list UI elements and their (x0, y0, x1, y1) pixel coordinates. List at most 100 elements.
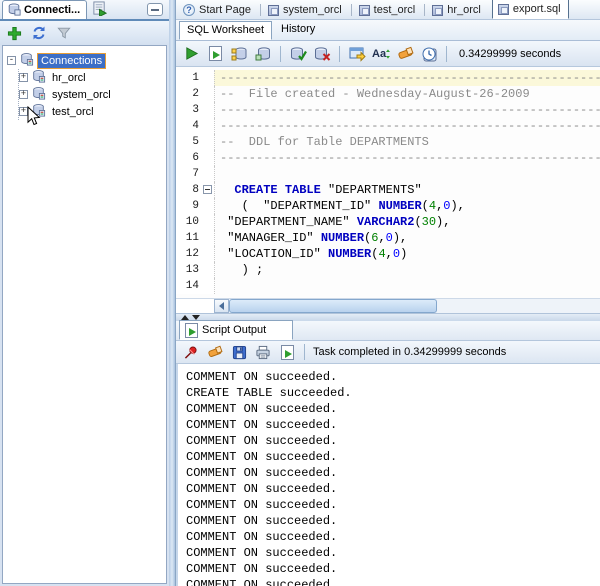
worksheet-panel: ?Start Page system_orcl test_orcl hr_orcl ex… (175, 0, 600, 586)
tab-script-output[interactable]: Script Output (179, 320, 293, 340)
rollback-icon[interactable] (313, 45, 331, 63)
database-icon (7, 2, 21, 19)
tree-item-label: test_orcl (49, 105, 97, 119)
output-line: COMMENT ON succeeded. (186, 497, 600, 513)
minimize-panel-button[interactable] (147, 3, 163, 16)
commit-icon[interactable] (289, 45, 307, 63)
fold-column (202, 102, 214, 118)
output-line: COMMENT ON succeeded. (186, 401, 600, 417)
document-tab-system_orcl[interactable]: system_orcl (263, 1, 349, 19)
expand-icon[interactable]: + (19, 73, 28, 82)
clear-icon[interactable] (396, 45, 414, 63)
refresh-icon[interactable] (30, 24, 48, 42)
expand-icon[interactable]: + (19, 90, 28, 99)
execution-timer: 0.34299999 seconds (459, 48, 561, 60)
output-toolbar: Task completed in 0.34299999 seconds (176, 341, 600, 364)
to-worksheet-icon[interactable] (348, 45, 366, 63)
toolbar-separator (446, 46, 447, 62)
tree-item-test_orcl[interactable]: +test_orcl (19, 103, 166, 120)
change-case-icon[interactable]: Aa (372, 45, 390, 63)
output-line: COMMENT ON succeeded. (186, 465, 600, 481)
database-icon (31, 86, 46, 103)
line-number: 10 (176, 214, 202, 230)
pin-icon[interactable] (182, 343, 200, 361)
document-tab-test_orcl[interactable]: test_orcl (354, 1, 423, 19)
document-tab-hr_orcl[interactable]: hr_orcl (427, 1, 488, 19)
worksheet-tabbar: SQL Worksheet History (176, 20, 600, 41)
editor-line: 1---------------------------------------… (176, 70, 600, 86)
tree-item-label: Connections (37, 53, 106, 69)
tab-reports[interactable] (87, 1, 112, 19)
clear-output-icon[interactable] (206, 343, 224, 361)
tab-history[interactable]: History (274, 21, 322, 40)
output-line: COMMENT ON succeeded. (186, 513, 600, 529)
code-text (214, 166, 600, 182)
connections-toolbar (0, 21, 169, 45)
tab-script-output-label: Script Output (202, 324, 266, 336)
scroll-left-button[interactable] (214, 299, 229, 313)
run-output-icon[interactable] (278, 343, 296, 361)
output-line: COMMENT ON succeeded. (186, 545, 600, 561)
scrollbar-gutter (176, 299, 214, 313)
code-text (214, 278, 600, 294)
print-icon[interactable] (254, 343, 272, 361)
output-line: COMMENT ON succeeded. (186, 369, 600, 385)
document-tab-label: hr_orcl (447, 4, 481, 16)
toolbar-separator (339, 46, 340, 62)
explain-plan-icon[interactable] (230, 45, 248, 63)
output-line: COMMENT ON succeeded. (186, 449, 600, 465)
line-number: 5 (176, 134, 202, 150)
line-number: 11 (176, 230, 202, 246)
document-tab-start-page[interactable]: ?Start Page (178, 1, 258, 19)
run-statement-icon[interactable] (182, 45, 200, 63)
fold-column (202, 134, 214, 150)
line-number: 9 (176, 198, 202, 214)
scrollbar-thumb[interactable] (229, 299, 437, 313)
tree-item-hr_orcl[interactable]: +hr_orcl (19, 69, 166, 86)
add-connection-icon[interactable] (5, 24, 23, 42)
code-text: "DEPARTMENT_NAME" VARCHAR2(30), (214, 214, 600, 230)
editor-line: 6---------------------------------------… (176, 150, 600, 166)
filter-icon[interactable] (55, 24, 73, 42)
script-output-body: COMMENT ON succeeded.CREATE TABLE succee… (176, 364, 600, 586)
code-text: CREATE TABLE "DEPARTMENTS" (214, 182, 600, 198)
connections-root-icon (19, 52, 34, 69)
editor-hscrollbar (176, 298, 600, 313)
output-line: COMMENT ON succeeded. (186, 577, 600, 586)
editor-line: 13 ) ; (176, 262, 600, 278)
editor-line: 12 "LOCATION_ID" NUMBER(4,0) (176, 246, 600, 262)
tab-separator (351, 4, 352, 16)
tab-connections[interactable]: Connecti... (2, 0, 87, 19)
editor-line: 7 (176, 166, 600, 182)
worksheet-toolbar: Aa 0.34299999 seconds (176, 41, 600, 67)
autotrace-icon[interactable] (254, 45, 272, 63)
document-tab-export-sql[interactable]: export.sql (492, 0, 569, 19)
line-number: 14 (176, 278, 202, 294)
query-timing-icon[interactable] (420, 45, 438, 63)
fold-collapse-icon[interactable] (203, 185, 212, 194)
editor-line: 4---------------------------------------… (176, 118, 600, 134)
document-tab-label: system_orcl (283, 4, 342, 16)
task-status: Task completed in 0.34299999 seconds (313, 346, 506, 358)
line-number: 2 (176, 86, 202, 102)
save-icon[interactable] (230, 343, 248, 361)
fold-column (202, 118, 214, 134)
sql-editor[interactable]: 1---------------------------------------… (176, 67, 600, 313)
tree-item-connections[interactable]: - Connections (7, 52, 166, 69)
collapse-icon[interactable]: - (7, 56, 16, 65)
tree-item-system_orcl[interactable]: +system_orcl (19, 86, 166, 103)
line-number: 7 (176, 166, 202, 182)
editor-line: 14 (176, 278, 600, 294)
editor-line: 5-- DDL for Table DEPARTMENTS (176, 134, 600, 150)
tab-sql-worksheet[interactable]: SQL Worksheet (179, 21, 272, 40)
worksheet-icon (359, 5, 370, 16)
fold-column (202, 86, 214, 102)
scrollbar-track[interactable] (437, 299, 600, 313)
run-script-icon[interactable] (206, 45, 224, 63)
mouse-cursor (27, 106, 41, 130)
code-text: "LOCATION_ID" NUMBER(4,0) (214, 246, 600, 262)
fold-column (202, 230, 214, 246)
connections-panel: Connecti... - Connections+hr_orcl+system_… (0, 0, 169, 586)
line-number: 1 (176, 70, 202, 86)
fold-column (202, 166, 214, 182)
